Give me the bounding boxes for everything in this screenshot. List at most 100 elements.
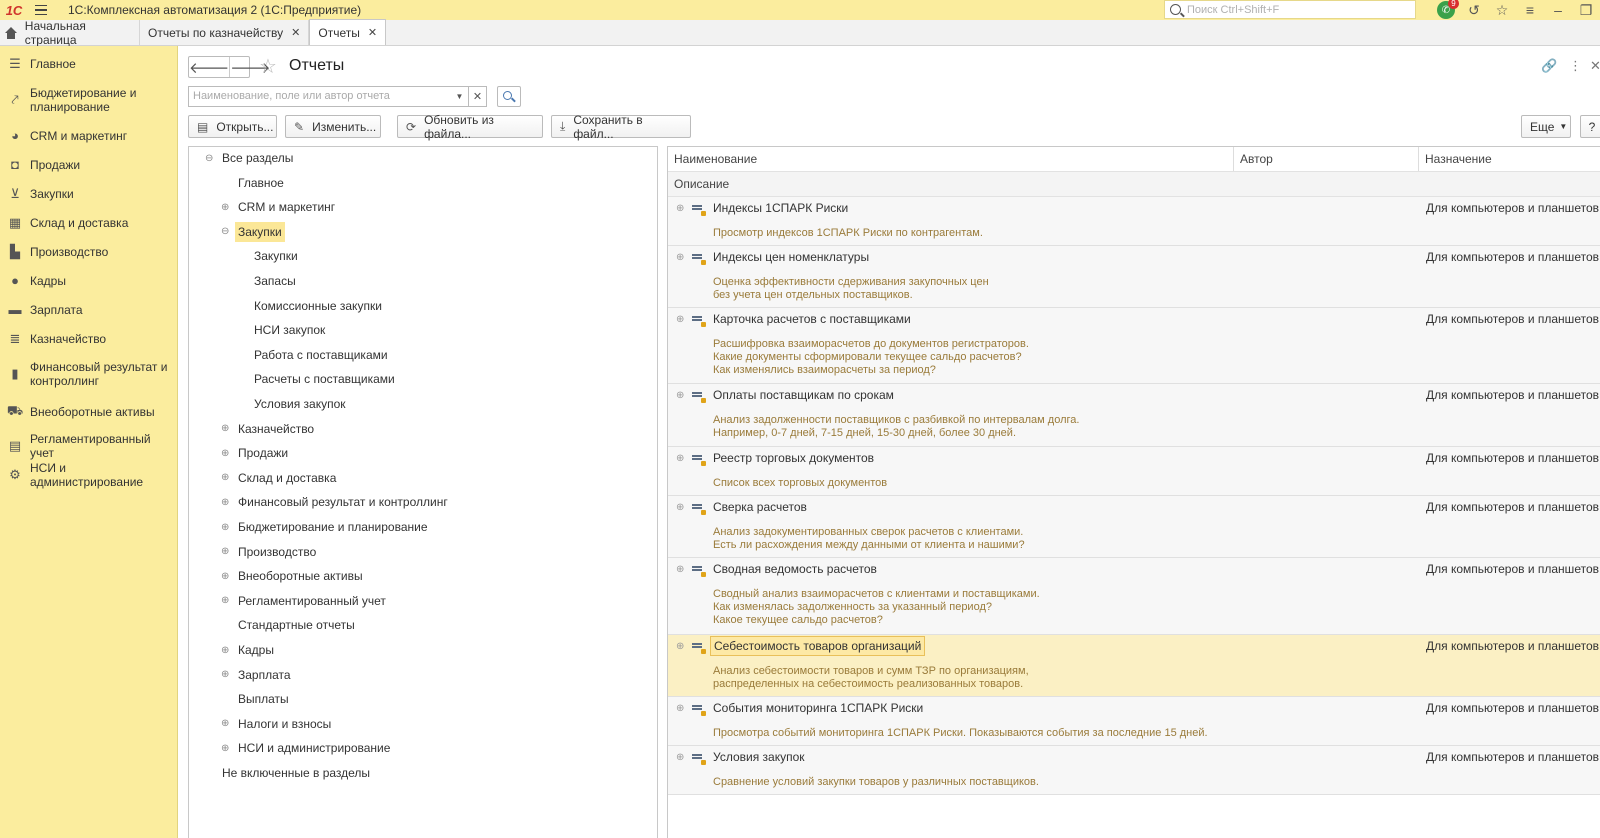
search-dropdown-icon[interactable]: ▼ <box>451 86 469 107</box>
expand-icon[interactable]: ⊕ <box>676 564 684 575</box>
sidebar-item-warehouse[interactable]: ▦ Склад и доставка <box>0 215 178 231</box>
tree-node[interactable]: ⊕ Продажи <box>221 442 291 464</box>
expand-icon[interactable]: ⊕ <box>221 571 235 582</box>
report-row[interactable]: ⊕ Индексы цен номенклатуры Оценка эффектив… <box>668 246 1600 308</box>
expand-icon[interactable]: ⊕ <box>221 645 235 656</box>
tree-node[interactable]: ⊕ Кадры <box>221 639 277 661</box>
back-arrow-icon[interactable]: 🡐 <box>189 57 231 77</box>
expand-icon[interactable]: ⊕ <box>221 497 235 508</box>
sidebar-item-sales[interactable]: ◘ Продажи <box>0 157 178 172</box>
report-search-input[interactable]: Наименование, поле или автор отчета <box>188 86 452 107</box>
tree-node[interactable]: ⊕ Бюджетирование и планирование <box>221 516 431 538</box>
minimize-icon[interactable]: – <box>1544 0 1572 20</box>
collapse-icon[interactable]: ⊖ <box>221 226 235 237</box>
report-row[interactable]: ⊕ Карточка расчетов с поставщиками Расшифр… <box>668 308 1600 384</box>
tab-treasury-reports[interactable]: Отчеты по казначейству ✕ <box>140 20 310 45</box>
update-from-file-button[interactable]: ⟳ Обновить из файла... <box>397 113 543 141</box>
tree-node[interactable]: Условия закупок <box>237 393 349 415</box>
favorite-star-icon[interactable]: ☆ <box>259 54 277 79</box>
tree-node[interactable]: НСИ закупок <box>237 319 328 341</box>
tree-node[interactable]: ⊕ Зарплата <box>221 664 294 686</box>
tree-node[interactable]: Запасы <box>237 270 299 292</box>
report-row[interactable]: ⊕ Сверка расчетов Анализ задокументированн… <box>668 496 1600 558</box>
close-icon[interactable]: ✕ <box>1590 58 1600 74</box>
tree-node[interactable]: ⊖ Закупки <box>221 221 285 243</box>
sidebar-item-treasury[interactable]: ≣ Казначейство <box>0 331 178 347</box>
expand-icon[interactable]: ⊕ <box>221 669 235 680</box>
expand-icon[interactable]: ⊕ <box>221 472 235 483</box>
link-icon[interactable]: 🔗 <box>1541 58 1557 74</box>
sidebar-item-main[interactable]: ☰ Главное <box>0 56 178 72</box>
expand-icon[interactable]: ⊕ <box>676 390 684 401</box>
sidebar-item-finance[interactable]: ▮ Финансовый результат и контроллинг <box>0 360 178 388</box>
more-actions-icon[interactable]: ⋮ <box>1569 58 1582 74</box>
sidebar-item-budgeting[interactable]: ⤤ Бюджетирование и планирование <box>0 86 178 114</box>
sidebar-item-fixed-assets[interactable]: ⛟ Внеоборотные активы <box>0 403 178 421</box>
report-row[interactable]: ⊕ Сводная ведомость расчетов Сводный анали… <box>668 558 1600 635</box>
tree-node[interactable]: Расчеты с поставщиками <box>237 368 398 390</box>
save-to-file-button[interactable]: ⤓ Сохранить в файл... <box>551 113 691 141</box>
tab-home[interactable]: Начальная страница <box>0 19 140 47</box>
column-header-name[interactable]: Наименование <box>668 147 1234 171</box>
favorites-icon[interactable]: ☆ <box>1488 0 1516 20</box>
tree-node[interactable]: Не включенные в разделы <box>205 762 373 784</box>
expand-icon[interactable]: ⊕ <box>221 595 235 606</box>
sidebar-item-hr[interactable]: ● Кадры <box>0 273 178 288</box>
sidebar-item-regulated-accounting[interactable]: ▤ Регламентированный учет <box>0 432 178 460</box>
expand-icon[interactable]: ⊕ <box>676 252 684 263</box>
report-row[interactable]: ⊕ Себестоимость товаров организаций Анализ… <box>668 635 1600 697</box>
main-menu-icon[interactable] <box>28 0 54 20</box>
search-clear-icon[interactable]: ✕ <box>469 86 487 107</box>
report-row[interactable]: ⊕ Реестр торговых документов Список всех т… <box>668 447 1600 496</box>
global-search-input[interactable]: Поиск Ctrl+Shift+F <box>1164 0 1416 19</box>
sidebar-item-salary[interactable]: ▬ Зарплата <box>0 302 178 317</box>
sidebar-item-crm[interactable]: ◕ CRM и маркетинг <box>0 128 178 143</box>
restore-window-icon[interactable]: ❐ <box>1572 0 1600 20</box>
help-button[interactable]: ? <box>1580 115 1600 138</box>
tree-node[interactable]: ⊕ Регламентированный учет <box>221 590 389 612</box>
expand-icon[interactable]: ⊕ <box>676 203 684 214</box>
report-row[interactable]: ⊕ Оплаты поставщикам по срокам Анализ задо… <box>668 384 1600 447</box>
tree-node[interactable]: ⊕ Производство <box>221 541 319 563</box>
report-row[interactable]: ⊕ Индексы 1СПАРК Риски Просмотр индексов 1… <box>668 197 1600 246</box>
expand-icon[interactable]: ⊕ <box>221 546 235 557</box>
tree-node[interactable]: Комиссионные закупки <box>237 295 385 317</box>
tree-node[interactable]: Главное <box>221 172 287 194</box>
functions-menu-icon[interactable]: ≡ <box>1516 0 1544 20</box>
tree-node[interactable]: ⊕ Финансовый результат и контроллинг <box>221 491 451 513</box>
tree-node[interactable]: ⊕ Склад и доставка <box>221 467 339 489</box>
expand-icon[interactable]: ⊕ <box>676 502 684 513</box>
expand-icon[interactable]: ⊕ <box>221 522 235 533</box>
expand-icon[interactable]: ⊕ <box>221 743 235 754</box>
tree-node[interactable]: ⊕ CRM и маркетинг <box>221 196 338 218</box>
edit-button[interactable]: ✎ Изменить... <box>285 115 381 138</box>
expand-icon[interactable]: ⊕ <box>676 453 684 464</box>
expand-icon[interactable]: ⊕ <box>676 641 684 652</box>
close-icon[interactable]: ✕ <box>291 26 300 39</box>
tree-node[interactable]: ⊕ Внеоборотные активы <box>221 565 366 587</box>
column-header-purpose[interactable]: Назначение <box>1419 147 1600 171</box>
sidebar-item-purchases[interactable]: ⊻ Закупки <box>0 186 178 202</box>
report-row[interactable]: ⊕ События мониторинга 1СПАРК Риски Просмот… <box>668 697 1600 746</box>
expand-icon[interactable]: ⊕ <box>221 718 235 729</box>
expand-icon[interactable]: ⊕ <box>221 448 235 459</box>
search-button[interactable] <box>497 86 521 107</box>
app-logo[interactable]: 1С <box>0 0 28 20</box>
tree-node[interactable]: ⊕ Налоги и взносы <box>221 713 334 735</box>
expand-icon[interactable]: ⊕ <box>676 703 684 714</box>
expand-icon[interactable]: ⊕ <box>676 314 684 325</box>
more-button[interactable]: Еще ▼ <box>1521 115 1571 138</box>
tree-node[interactable]: Выплаты <box>221 688 292 710</box>
tree-node[interactable]: ⊕ НСИ и администрирование <box>221 737 393 759</box>
tab-reports[interactable]: Отчеты ✕ <box>309 19 387 45</box>
history-icon[interactable]: ↺ <box>1460 0 1488 20</box>
tree-node[interactable]: Стандартные отчеты <box>221 614 358 636</box>
column-header-author[interactable]: Автор <box>1234 147 1419 171</box>
tree-node[interactable]: ⊖ Все разделы <box>205 147 296 169</box>
sidebar-item-admin[interactable]: ⚙ НСИ и администрирование <box>0 461 178 489</box>
tree-node[interactable]: Закупки <box>237 245 301 267</box>
expand-icon[interactable]: ⊕ <box>221 423 235 434</box>
report-row[interactable]: ⊕ Условия закупок Сравнение условий закупк… <box>668 746 1600 795</box>
tree-node[interactable]: Работа с поставщиками <box>237 344 391 366</box>
tree-node[interactable]: ⊕ Казначейство <box>221 418 317 440</box>
